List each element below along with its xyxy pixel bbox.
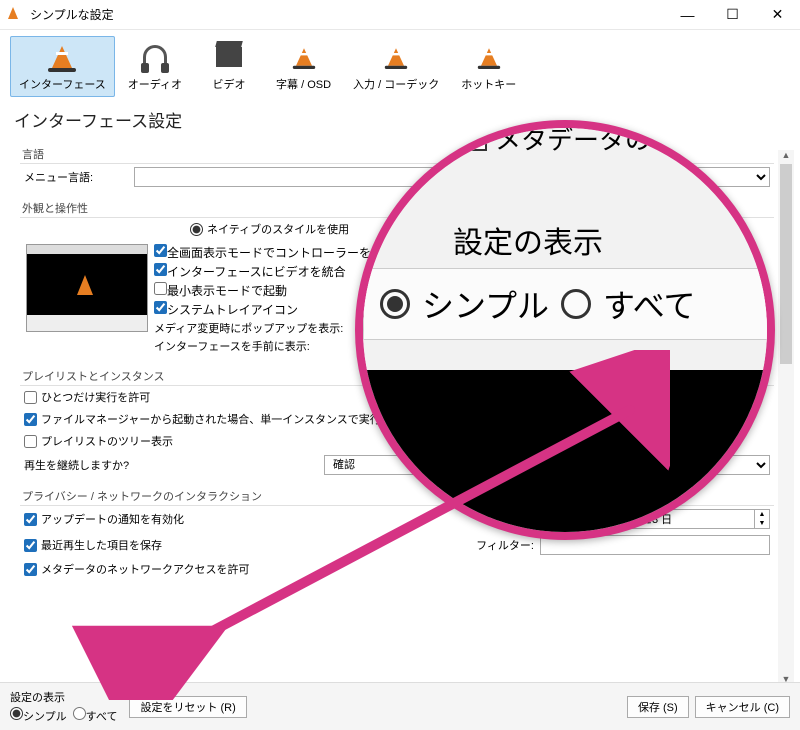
clapper-icon <box>209 41 249 73</box>
zoom-callout: ✓ メタデータのネ 設定の表示 シンプル すべて <box>355 120 775 540</box>
hotkeys-icon <box>469 41 509 73</box>
zoom-all-radio-icon <box>561 289 591 319</box>
tab-hotkeys[interactable]: ホットキー <box>452 36 525 97</box>
footer-bar: 設定の表示 シンプル すべて 設定をリセット (R) 保存 (S) キャンセル … <box>0 682 800 730</box>
titlebar: シンプルな設定 — ☐ ✕ <box>0 0 800 30</box>
show-settings-label: 設定の表示 <box>10 689 117 705</box>
scroll-thumb[interactable] <box>780 164 792 364</box>
interface-front-label: インターフェースを手前に表示: <box>154 338 310 354</box>
tab-input[interactable]: 入力 / コーデック <box>344 36 448 97</box>
input-icon <box>376 41 416 73</box>
filter-label: フィルター: <box>476 537 534 553</box>
tab-audio[interactable]: オーディオ <box>119 36 191 97</box>
category-toolbar: インターフェース オーディオ ビデオ 字幕 / OSD 入力 / コーデック ホ… <box>0 30 800 99</box>
cone-icon <box>42 41 82 73</box>
window-title: シンプルな設定 <box>30 6 665 23</box>
scroll-up-icon[interactable]: ▲ <box>778 150 794 160</box>
zoom-radio-row: シンプル すべて <box>363 268 775 340</box>
tab-subtitles[interactable]: 字幕 / OSD <box>267 36 340 97</box>
subtitles-icon <box>284 41 324 73</box>
zoom-simple-radio-icon <box>380 289 410 319</box>
tab-video[interactable]: ビデオ <box>195 36 263 97</box>
preview-thumbnail <box>26 244 148 332</box>
single-instance-checkbox[interactable]: ひとつだけ実行を許可 <box>24 389 150 405</box>
update-notify-checkbox[interactable]: アップデートの通知を有効化 <box>24 511 184 527</box>
fullscreen-controller-checkbox[interactable]: 全画面表示モードでコントローラーを表示 <box>154 244 395 261</box>
save-recent-checkbox[interactable]: 最近再生した項目を保存 <box>24 537 162 553</box>
cancel-button[interactable]: キャンセル (C) <box>695 696 790 718</box>
embed-video-checkbox[interactable]: インターフェースにビデオを統合 <box>154 263 395 280</box>
continue-playback-label: 再生を継続しますか? <box>24 457 324 473</box>
tree-view-checkbox[interactable]: プレイリストのツリー表示 <box>24 433 173 449</box>
close-button[interactable]: ✕ <box>755 0 800 29</box>
simple-radio[interactable]: シンプル <box>10 707 67 724</box>
reset-button[interactable]: 設定をリセット (R) <box>129 696 246 718</box>
allow-meta-checkbox[interactable]: メタデータのネットワークアクセスを許可 <box>24 561 249 577</box>
media-popup-label: メディア変更時にポップアップを表示: <box>154 320 343 336</box>
scrollbar[interactable]: ▲ ▼ <box>778 150 794 684</box>
tab-interface[interactable]: インターフェース <box>10 36 115 97</box>
headphones-icon <box>135 41 175 73</box>
zoom-checkbox-icon: ✓ <box>463 127 487 151</box>
save-button[interactable]: 保存 (S) <box>627 696 689 718</box>
all-radio[interactable]: すべて <box>73 707 118 724</box>
maximize-button[interactable]: ☐ <box>710 0 755 29</box>
native-style-radio[interactable]: ネイティブのスタイルを使用 <box>190 221 349 237</box>
app-icon <box>8 7 24 23</box>
menu-language-label: メニュー言語: <box>24 169 134 185</box>
zoom-show-settings-label: 設定の表示 <box>453 218 603 262</box>
file-manager-single-checkbox[interactable]: ファイルマネージャーから起動された場合、単一インスタンスで実行 <box>24 411 381 427</box>
minimize-button[interactable]: — <box>665 0 710 29</box>
